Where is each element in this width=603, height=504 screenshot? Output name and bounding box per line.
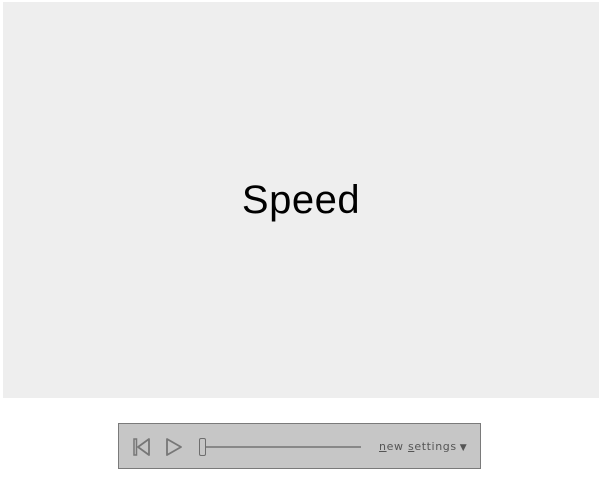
new-button[interactable]: new bbox=[379, 440, 404, 453]
play-icon bbox=[166, 438, 182, 456]
reset-button[interactable] bbox=[131, 436, 153, 458]
play-button[interactable] bbox=[163, 436, 185, 458]
slider-thumb[interactable] bbox=[199, 438, 206, 456]
slider-track bbox=[203, 446, 361, 448]
progress-slider[interactable] bbox=[199, 436, 363, 458]
settings-button[interactable]: settings ▼ bbox=[408, 440, 467, 453]
skip-to-start-icon bbox=[133, 438, 150, 456]
stage-title: Speed bbox=[241, 177, 361, 222]
animation-stage: Speed bbox=[3, 2, 599, 398]
control-panel: new settings ▼ bbox=[118, 423, 481, 469]
chevron-down-icon: ▼ bbox=[459, 443, 468, 453]
